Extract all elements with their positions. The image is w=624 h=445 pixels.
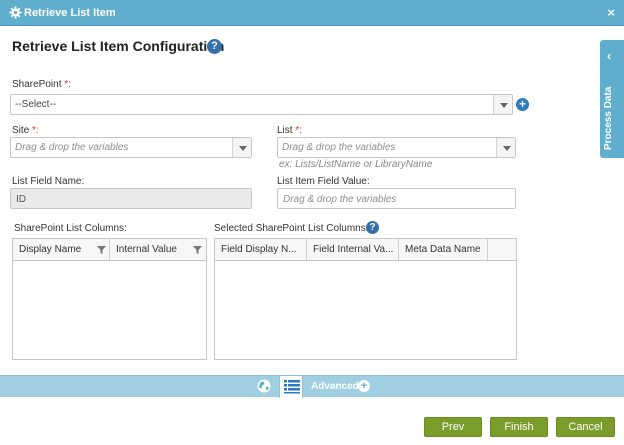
grid-header: Field Display N... Field Internal Va... … [215, 239, 516, 261]
bottom-toolbar: Advanced + [0, 375, 624, 398]
column-header-meta-data-name[interactable]: Meta Data Name [399, 239, 488, 260]
required-mark: *: [295, 125, 303, 136]
column-header-display-name[interactable]: Display Name [13, 239, 110, 260]
column-header-label: Internal Value [116, 244, 177, 255]
list-label-text: List [277, 125, 293, 136]
chevron-left-icon: ‹ [607, 49, 611, 63]
list-hint: ex: Lists/ListName or LibraryName [279, 159, 433, 170]
list-label: List *: [277, 125, 302, 136]
globe-icon[interactable] [256, 378, 272, 394]
site-placeholder: Drag & drop the variables [15, 142, 129, 153]
list-item-field-value-input[interactable]: Drag & drop the variables [277, 188, 516, 209]
list-placeholder: Drag & drop the variables [282, 142, 396, 153]
help-icon[interactable]: ? [207, 39, 222, 54]
column-header-field-display-name[interactable]: Field Display N... [215, 239, 307, 260]
column-header-internal-value[interactable]: Internal Value [110, 239, 206, 260]
list-field[interactable]: Drag & drop the variables [277, 137, 516, 158]
page-title: Retrieve List Item Configuration [12, 38, 225, 54]
required-mark: *: [32, 125, 39, 136]
required-mark: *: [64, 79, 71, 90]
finish-button[interactable]: Finish [490, 417, 548, 437]
sharepoint-select-value: --Select-- [15, 99, 57, 110]
list-icon [284, 380, 300, 394]
process-data-tab[interactable]: ‹ Process Data [600, 40, 624, 158]
dropdown-arrow-icon[interactable] [496, 138, 515, 157]
column-header-label: Display Name [19, 244, 82, 255]
sharepoint-list-columns-grid[interactable]: Display Name Internal Value [12, 238, 207, 360]
cancel-button[interactable]: Cancel [556, 417, 615, 437]
filter-icon[interactable] [193, 246, 202, 254]
window-titlebar: Retrieve List Item × [0, 0, 624, 26]
list-field-name-label: List Field Name: [12, 176, 85, 187]
sharepoint-select[interactable]: --Select-- [10, 94, 513, 115]
process-data-label: Process Data [603, 86, 614, 150]
help-icon[interactable]: ? [366, 221, 379, 234]
site-label: Site *: [12, 125, 39, 136]
filter-icon[interactable] [97, 246, 106, 254]
list-view-tab[interactable] [279, 376, 303, 398]
dropdown-arrow-icon[interactable] [232, 138, 251, 157]
dropdown-arrow-icon[interactable] [493, 95, 512, 114]
add-sharepoint-icon[interactable]: + [516, 98, 529, 111]
selected-columns-grid[interactable]: Field Display N... Field Internal Va... … [214, 238, 517, 360]
sharepoint-label-text: SharePoint [12, 79, 62, 90]
sharepoint-list-columns-label: SharePoint List Columns: [14, 223, 127, 234]
site-field[interactable]: Drag & drop the variables [10, 137, 252, 158]
column-header-field-internal-value[interactable]: Field Internal Va... [307, 239, 399, 260]
prev-button[interactable]: Prev [424, 417, 482, 437]
list-field-name-input: ID [10, 188, 252, 209]
advanced-label[interactable]: Advanced [311, 381, 359, 392]
sharepoint-label: SharePoint *: [12, 79, 71, 90]
selected-columns-label: Selected SharePoint List Columns: [214, 223, 369, 234]
list-item-field-value-label: List Item Field Value: [277, 176, 370, 187]
close-icon[interactable]: × [607, 5, 615, 20]
gear-icon [9, 6, 22, 19]
list-field-name-value: ID [16, 194, 26, 205]
window-title: Retrieve List Item [24, 7, 116, 19]
site-label-text: Site [12, 125, 30, 136]
grid-header: Display Name Internal Value [13, 239, 206, 261]
list-item-field-value-placeholder: Drag & drop the variables [283, 194, 397, 205]
advanced-plus-icon[interactable]: + [358, 380, 370, 392]
